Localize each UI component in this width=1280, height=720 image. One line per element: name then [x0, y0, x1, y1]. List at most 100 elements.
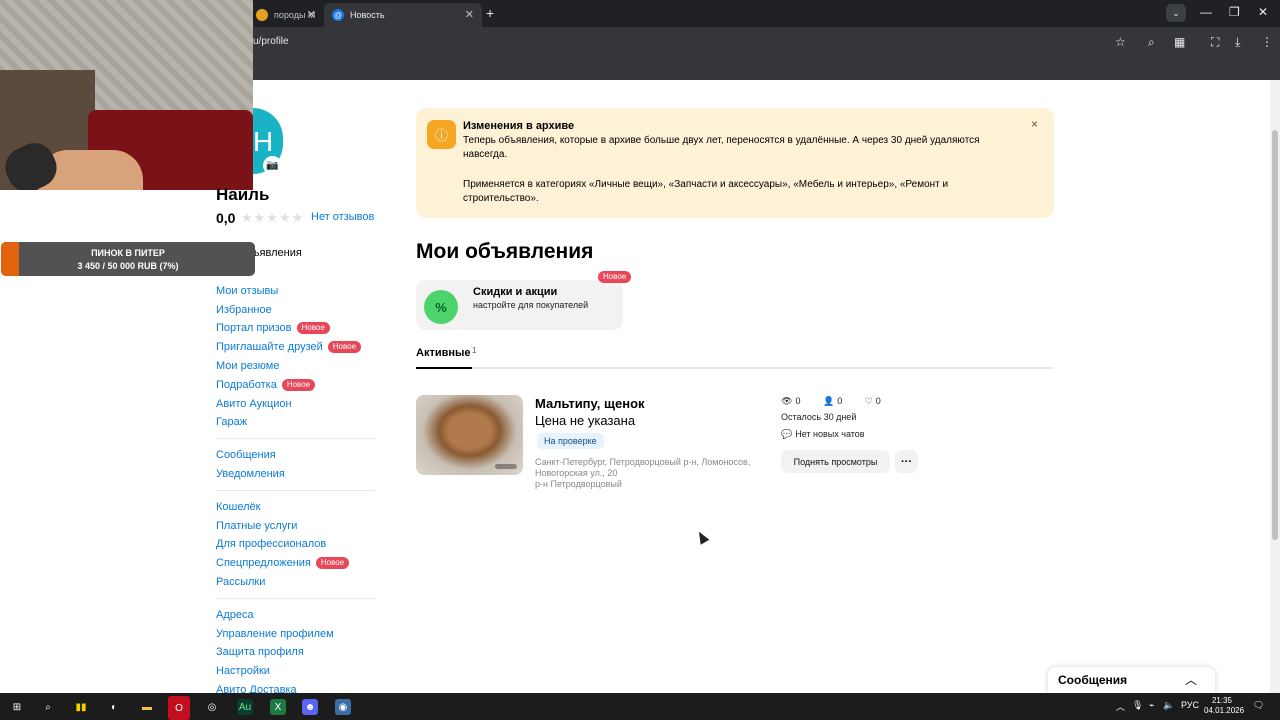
sidebar-item-3-1[interactable]: Управление профилем — [216, 628, 334, 640]
sidebar-item-label: Управление профилем — [216, 627, 334, 640]
sidebar-item-label: Приглашайте друзей — [216, 341, 323, 354]
microphone-icon[interactable]: 🎙 — [1132, 700, 1143, 711]
sidebar-item-2-3[interactable]: Спецпредложения Новое — [216, 557, 350, 570]
browser-menu-icon[interactable]: ⋮ — [1261, 35, 1273, 49]
close-alert-icon[interactable]: × — [1031, 117, 1038, 131]
discord-icon[interactable]: ☻ — [302, 699, 318, 715]
tab-active-count: 1 — [472, 346, 477, 355]
close-window-icon[interactable]: ✕ — [1258, 5, 1268, 19]
chrome-icon[interactable]: ◉ — [335, 699, 351, 715]
discounts-promo-card[interactable]: % Скидки и акции настройте для покупател… — [416, 280, 623, 330]
messages-widget[interactable]: Сообщения ︿ — [1048, 667, 1215, 694]
audition-icon[interactable]: Au — [237, 699, 253, 715]
tab-favicon-icon: @ — [332, 9, 344, 21]
new-tab-icon[interactable]: + — [486, 5, 494, 21]
avatar-letter: Н — [253, 126, 274, 157]
percent-icon: % — [424, 290, 458, 324]
alert-text: Применяется в категориях «Личные вещи», … — [463, 179, 949, 204]
sidebar-item-label: Мои резюме — [216, 360, 280, 372]
sidebar-item-1-1[interactable]: Уведомления — [216, 468, 285, 480]
archive-alert: ⓘ Изменения в архиве Теперь объявления, … — [416, 108, 1054, 218]
browser-app-icon[interactable]: ◐ — [106, 699, 122, 715]
chevron-up-icon[interactable]: ︿ — [1185, 671, 1197, 688]
sidebar-item-0-5[interactable]: Мои резюме — [216, 360, 279, 372]
excel-icon[interactable]: X — [270, 699, 286, 715]
no-reviews-link[interactable]: Нет отзывов — [311, 211, 374, 223]
tray-chevron-icon[interactable]: ︿ — [1116, 700, 1125, 713]
sidebar-item-label: Защита профиля — [216, 646, 304, 659]
address-bar[interactable]: u/profile — [253, 36, 289, 47]
sidebar-item-0-2[interactable]: Избранное — [216, 304, 272, 316]
sidebar-item-0-8[interactable]: Гараж — [216, 416, 247, 428]
sidebar-item-label: Рассылки — [216, 576, 266, 588]
listing-title[interactable]: Мальтипу, щенок — [535, 396, 645, 411]
opera-icon[interactable]: O — [168, 696, 190, 720]
extensions-grid-icon[interactable]: ▦ — [1174, 35, 1185, 49]
zoom-search-icon[interactable]: ⌕ — [1148, 35, 1155, 50]
close-tab-icon[interactable]: ✕ — [465, 8, 474, 21]
tab-search-icon[interactable]: ⌄ — [1166, 4, 1186, 22]
profile-name: Наиль — [216, 185, 270, 204]
sidebar-item-3-3[interactable]: Настройки — [216, 665, 270, 677]
more-options-button[interactable]: ··· — [895, 450, 918, 473]
sidebar-item-2-4[interactable]: Рассылки — [216, 576, 265, 588]
sidebar-item-label: Избранное — [216, 303, 272, 316]
sidebar-item-label: Для профессионалов — [216, 538, 327, 551]
camera-icon[interactable]: 📷 — [263, 156, 282, 175]
new-badge: Новое — [598, 271, 632, 283]
file-explorer-icon[interactable]: ▬ — [139, 699, 155, 715]
sidebar-item-0-1[interactable]: Мои отзывы — [216, 285, 278, 297]
browser-tab-2[interactable]: @ Новость ✕ — [324, 3, 482, 27]
listing-price: Цена не указана — [535, 413, 636, 428]
tab-active-underline — [416, 367, 472, 369]
volume-icon[interactable]: 🔈 — [1163, 700, 1174, 711]
sidebar-item-0-4[interactable]: Приглашайте друзей Новое — [216, 341, 362, 354]
sidebar-item-3-2[interactable]: Защита профиля — [216, 646, 304, 658]
browser-tab-1[interactable]: породы М ✕ — [248, 3, 324, 27]
district-line: р-н Петродворцовый — [535, 479, 622, 489]
new-badge: Новое — [327, 341, 362, 354]
notifications-icon[interactable]: 🗨 — [1253, 700, 1264, 711]
sidebar-divider — [216, 438, 375, 440]
search-icon[interactable]: ⌕ — [40, 699, 56, 715]
bookmark-star-icon[interactable]: ☆ — [1115, 35, 1126, 49]
favorites-count: 0 — [875, 396, 881, 406]
chat-bubble-icon: 💬 — [781, 429, 793, 439]
listing-photo[interactable] — [416, 395, 523, 475]
windows-taskbar — [0, 693, 1280, 720]
mouse-cursor-icon — [694, 529, 710, 545]
close-tab-icon[interactable]: ✕ — [307, 8, 316, 21]
stats-app-icon[interactable]: ▮▮ — [73, 699, 89, 715]
sidebar-item-3-0[interactable]: Адреса — [216, 609, 254, 621]
sidebar-item-2-0[interactable]: Кошелёк — [216, 501, 260, 513]
minimize-icon[interactable]: — — [1200, 5, 1212, 19]
sidebar-item-0-7[interactable]: Авито Аукцион — [216, 398, 292, 410]
obs-icon[interactable]: ◎ — [204, 699, 220, 715]
webcam-overlay — [0, 0, 253, 190]
promo-title: Скидки и акции — [473, 286, 558, 298]
clock[interactable]: 21:35 04.01.2026 — [1204, 696, 1245, 716]
download-icon[interactable]: ⤓ — [1235, 35, 1240, 50]
page-scrollbar[interactable] — [1270, 80, 1280, 693]
profile-rating: 0,0 — [216, 210, 236, 226]
tab-active[interactable]: Активные — [416, 347, 471, 359]
tab-label: Новость — [350, 10, 385, 20]
raise-views-button[interactable]: Поднять просмотры — [781, 450, 890, 473]
scrollbar-thumb[interactable] — [1272, 130, 1278, 540]
sidebar-item-2-1[interactable]: Платные услуги — [216, 520, 297, 532]
clock-date: 04.01.2026 — [1204, 706, 1245, 715]
network-icon[interactable]: ⌁ — [1149, 700, 1154, 711]
sidebar-item-1-0[interactable]: Сообщения — [216, 449, 276, 461]
new-badge: Новое — [296, 322, 330, 335]
sidebar-item-2-2[interactable]: Для профессионалов — [216, 538, 326, 550]
eye-icon: 👁 — [781, 396, 793, 406]
address-line: Санкт-Петербург, Петродворцовый р-н, Лом… — [535, 457, 751, 478]
sidebar-item-0-6[interactable]: Подработка Новое — [216, 378, 316, 391]
screenshot-crop-icon[interactable]: ⛶ — [1211, 35, 1219, 50]
donation-title: ПИНОК В ПИТЕР — [91, 248, 165, 258]
restore-icon[interactable]: ❐ — [1229, 5, 1240, 19]
sidebar-item-0-3[interactable]: Портал призов Новое — [216, 322, 330, 335]
language-indicator[interactable]: РУС — [1181, 700, 1199, 710]
windows-start-icon[interactable]: ⊞ — [9, 699, 25, 715]
promo-subtitle: настройте для покупателей — [473, 300, 589, 310]
